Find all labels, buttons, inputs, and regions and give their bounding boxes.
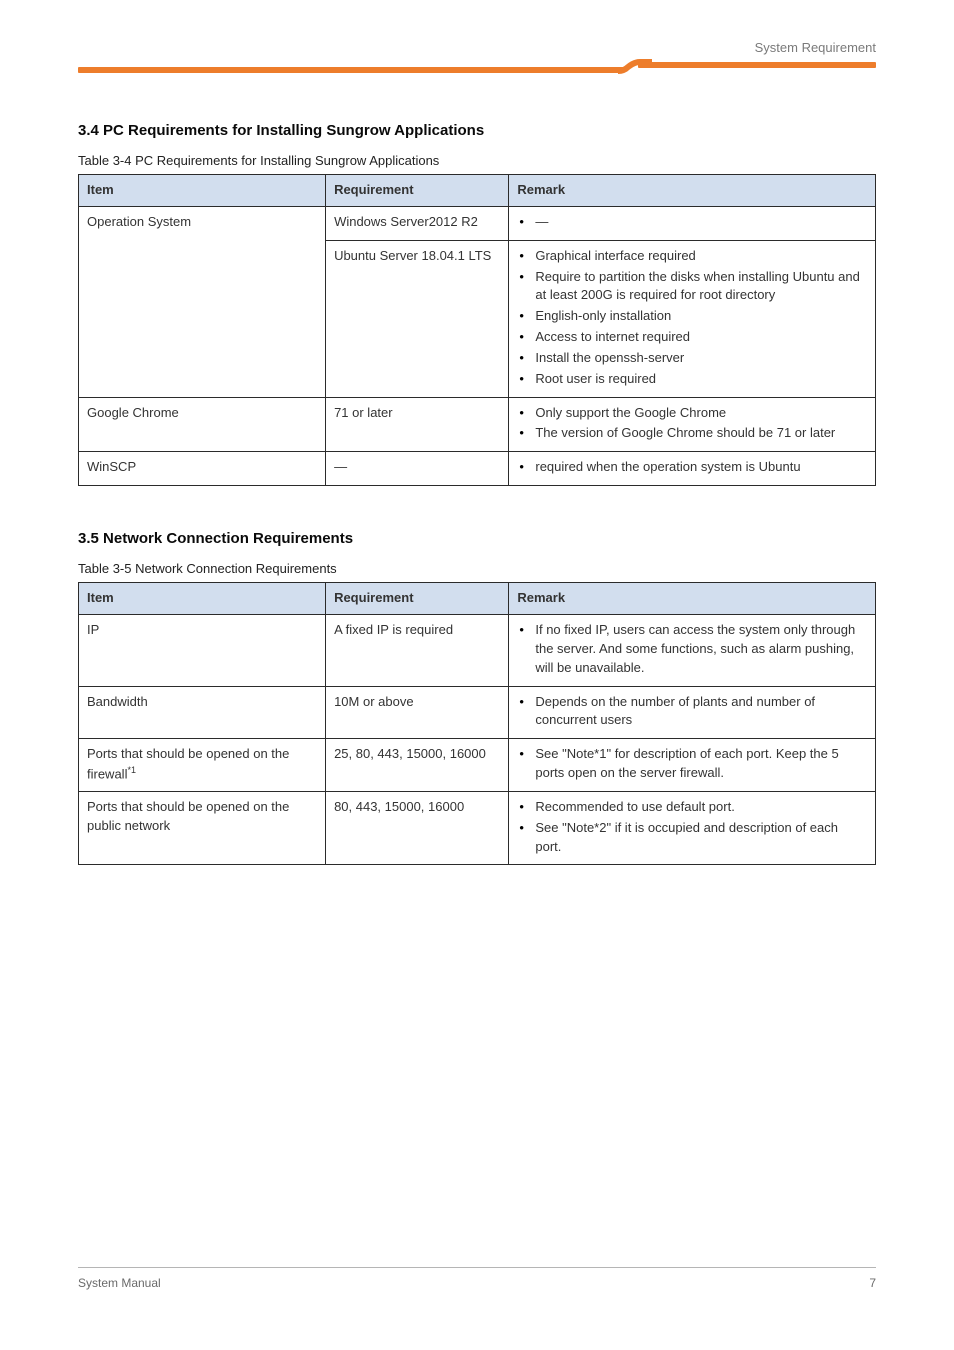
- list-item: Root user is required: [517, 370, 867, 389]
- table-row: WinSCP — required when the operation sys…: [79, 452, 876, 486]
- list-item: Depends on the number of plants and numb…: [517, 693, 867, 731]
- page-footer: System Manual 7: [78, 1267, 876, 1290]
- cell-remark: If no fixed IP, users can access the sys…: [509, 614, 876, 686]
- col-remark: Remark: [509, 175, 876, 207]
- cell-item: IP: [79, 614, 326, 686]
- cell-req: A fixed IP is required: [326, 614, 509, 686]
- header-bar: System Requirement: [0, 0, 954, 82]
- col-item: Item: [79, 583, 326, 615]
- cell-req: 71 or later: [326, 397, 509, 452]
- cell-req: Windows Server2012 R2: [326, 206, 509, 240]
- section-heading-3-4: 3.4 PC Requirements for Installing Sungr…: [78, 122, 876, 139]
- page-content: 3.4 PC Requirements for Installing Sungr…: [0, 122, 954, 865]
- table-row: Google Chrome 71 or later Only support t…: [79, 397, 876, 452]
- list-item: —: [517, 213, 867, 232]
- table-row: Bandwidth 10M or above Depends on the nu…: [79, 686, 876, 739]
- cell-item: Ports that should be opened on the publi…: [79, 791, 326, 865]
- cell-remark: Depends on the number of plants and numb…: [509, 686, 876, 739]
- table-caption-3-4: Table 3-4 PC Requirements for Installing…: [78, 153, 876, 168]
- list-item: Install the openssh-server: [517, 349, 867, 368]
- cell-req: 10M or above: [326, 686, 509, 739]
- cell-req: 80, 443, 15000, 16000: [326, 791, 509, 865]
- list-item: Access to internet required: [517, 328, 867, 347]
- table-3-4: Item Requirement Remark Operation System…: [78, 174, 876, 486]
- header-rule-left: [78, 67, 624, 73]
- table-row: Ports that should be opened on the firew…: [79, 739, 876, 792]
- table-row: Operation System Windows Server2012 R2 —: [79, 206, 876, 240]
- col-item: Item: [79, 175, 326, 207]
- table-row: IP A fixed IP is required If no fixed IP…: [79, 614, 876, 686]
- list-item: See "Note*2" if it is occupied and descr…: [517, 819, 867, 857]
- list-item: If no fixed IP, users can access the sys…: [517, 621, 867, 678]
- cell-remark: See "Note*1" for description of each por…: [509, 739, 876, 792]
- cell-remark: Only support the Google Chrome The versi…: [509, 397, 876, 452]
- list-item: The version of Google Chrome should be 7…: [517, 424, 867, 443]
- cell-req: —: [326, 452, 509, 486]
- col-requirement: Requirement: [326, 583, 509, 615]
- section-heading-3-5: 3.5 Network Connection Requirements: [78, 530, 876, 547]
- list-item: required when the operation system is Ub…: [517, 458, 867, 477]
- cell-item: WinSCP: [79, 452, 326, 486]
- cell-item: Operation System: [79, 206, 326, 397]
- header-section-title: System Requirement: [755, 40, 876, 55]
- footer-left: System Manual: [78, 1276, 161, 1290]
- table-row: Ports that should be opened on the publi…: [79, 791, 876, 865]
- col-remark: Remark: [509, 583, 876, 615]
- list-item: Require to partition the disks when inst…: [517, 268, 867, 306]
- list-item: English-only installation: [517, 307, 867, 326]
- cell-item: Ports that should be opened on the firew…: [79, 739, 326, 792]
- cell-req: 25, 80, 443, 15000, 16000: [326, 739, 509, 792]
- list-item: Graphical interface required: [517, 247, 867, 266]
- list-item: See "Note*1" for description of each por…: [517, 745, 867, 783]
- list-item: Recommended to use default port.: [517, 798, 867, 817]
- cell-remark: Recommended to use default port. See "No…: [509, 791, 876, 865]
- list-item: Only support the Google Chrome: [517, 404, 867, 423]
- table-header-row: Item Requirement Remark: [79, 583, 876, 615]
- col-requirement: Requirement: [326, 175, 509, 207]
- cell-remark: required when the operation system is Ub…: [509, 452, 876, 486]
- header-rule-right: [638, 62, 876, 68]
- cell-item: Google Chrome: [79, 397, 326, 452]
- table-3-5: Item Requirement Remark IP A fixed IP is…: [78, 582, 876, 865]
- footer-page-number: 7: [869, 1276, 876, 1290]
- cell-item: Bandwidth: [79, 686, 326, 739]
- table-caption-3-5: Table 3-5 Network Connection Requirement…: [78, 561, 876, 576]
- cell-remark: —: [509, 206, 876, 240]
- table-header-row: Item Requirement Remark: [79, 175, 876, 207]
- cell-remark: Graphical interface required Require to …: [509, 240, 876, 397]
- cell-req: Ubuntu Server 18.04.1 LTS: [326, 240, 509, 397]
